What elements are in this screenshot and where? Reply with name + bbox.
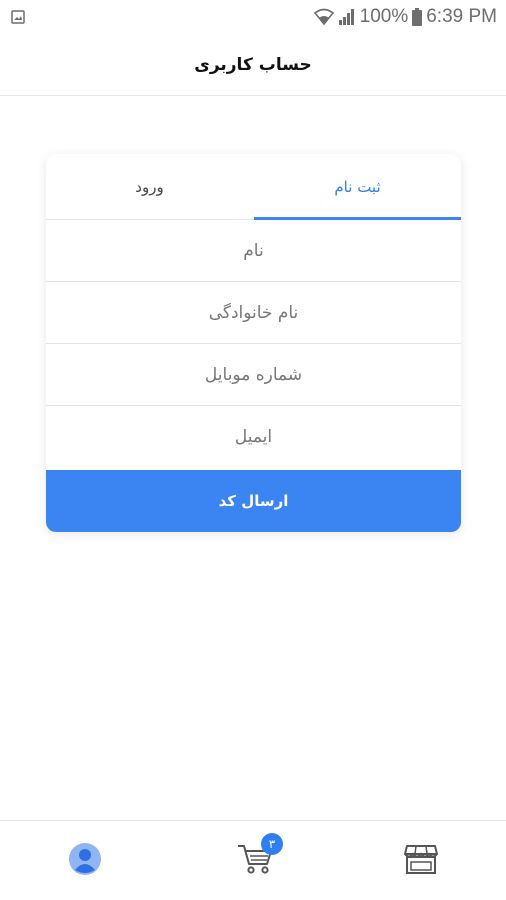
nav-cart[interactable]: ۳ (233, 833, 283, 883)
auth-card: ورود ثبت نام ارسال کد (46, 154, 461, 532)
bottom-nav: ۳ (0, 820, 506, 900)
auth-tabs: ورود ثبت نام (46, 154, 461, 220)
email-row (46, 406, 461, 468)
mobile-row (46, 344, 461, 406)
email-input[interactable] (46, 406, 461, 468)
first-name-input[interactable] (46, 220, 461, 281)
tab-register[interactable]: ثبت نام (254, 154, 461, 220)
store-icon (403, 842, 439, 880)
mobile-input[interactable] (46, 344, 461, 405)
cart-badge: ۳ (261, 833, 283, 855)
signal-icon (338, 8, 356, 26)
last-name-row (46, 282, 461, 344)
battery-percent: 100% (359, 6, 409, 27)
status-bar: 100% 6:39 PM (0, 0, 506, 34)
tab-login[interactable]: ورود (46, 154, 253, 220)
wifi-icon (313, 8, 334, 26)
nav-profile[interactable] (63, 839, 107, 883)
first-name-row (46, 220, 461, 282)
app-header: حساب کاربری (0, 34, 506, 96)
status-time: 6:39 PM (426, 6, 497, 27)
image-icon (9, 8, 27, 26)
nav-store[interactable] (399, 839, 443, 883)
profile-icon (68, 842, 102, 880)
send-code-button[interactable]: ارسال کد (46, 470, 461, 532)
battery-icon (412, 8, 423, 26)
page-title: حساب کاربری (194, 54, 312, 75)
last-name-input[interactable] (46, 282, 461, 343)
status-indicators: 100% 6:39 PM (313, 6, 497, 28)
